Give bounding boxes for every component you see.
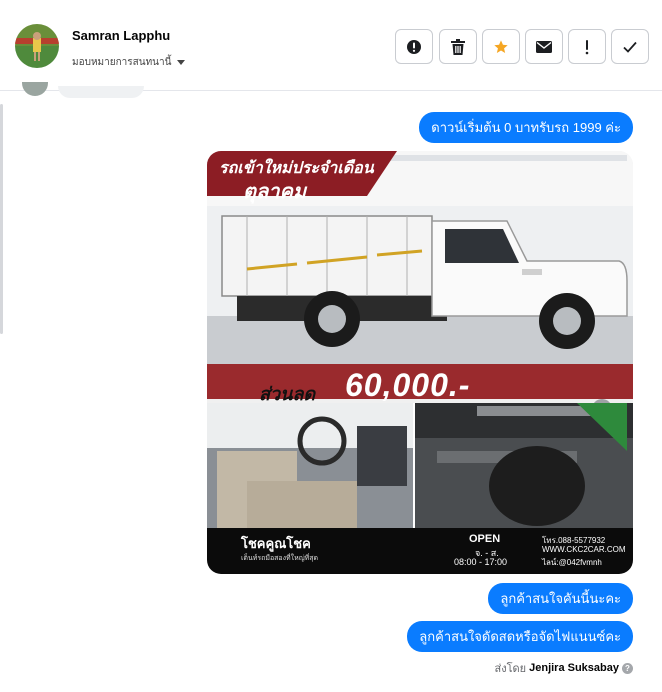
sent-by-label: ส่งโดย Jenjira Suksabay ? xyxy=(495,659,633,677)
previous-message-bubble xyxy=(58,86,144,98)
caret-down-icon xyxy=(177,60,186,65)
contact-name[interactable]: Samran Lapphu xyxy=(72,28,170,43)
assign-conversation-dropdown[interactable]: มอบหมายการสนทนานี้ xyxy=(72,55,186,70)
exclamation-circle-icon xyxy=(407,39,421,54)
previous-message-avatar xyxy=(22,82,48,96)
mark-unread-button[interactable] xyxy=(525,29,563,64)
ad-footer: โชคคูณโชค เต็นท์รถมือสองที่ใหญ่ที่สุด OP… xyxy=(207,528,633,574)
message-bubble[interactable]: ลูกค้าสนใจดัดสดหรือจัดไฟแนนซ์คะ xyxy=(407,621,633,652)
scrollbar[interactable] xyxy=(0,104,3,334)
done-button[interactable] xyxy=(611,29,649,64)
sent-by-prefix: ส่งโดย xyxy=(494,663,527,675)
message-thread[interactable]: ดาวน์เริ่มต้น 0 บาทรับรถ 1999 ค่ะ รถเข้า… xyxy=(0,82,662,692)
report-button[interactable] xyxy=(395,29,433,64)
delete-button[interactable] xyxy=(439,29,477,64)
ad-open-hours: 08:00 - 17:00 xyxy=(454,557,508,567)
ad-line-id: ไลน์:@042fvmnh xyxy=(542,558,602,567)
ad-image-attachment[interactable]: รถเข้าใหม่ประจำเดือน ตุลาคม ส่วนลด 60,00… xyxy=(207,151,633,574)
ad-brand-name: โชคคูณโชค xyxy=(241,536,311,551)
follow-up-button[interactable] xyxy=(568,29,606,64)
ad-discount-label: ส่วนลด xyxy=(259,384,316,404)
ad-website: WWW.CKC2CAR.COM xyxy=(542,545,626,554)
ad-discount-amount: 60,000.- xyxy=(345,367,471,403)
assign-label: มอบหมายการสนทนานี้ xyxy=(72,57,172,68)
ad-open-title: OPEN xyxy=(469,533,501,545)
star-button[interactable] xyxy=(482,29,520,64)
conversation-header: Samran Lapphu มอบหมายการสนทนานี้ xyxy=(0,0,662,91)
exclamation-icon xyxy=(585,39,589,54)
ad-brand-tagline: เต็นท์รถมือสองที่ใหญ่ที่สุด xyxy=(241,555,319,562)
ad-title-line2: ตุลาคม xyxy=(243,181,307,203)
star-icon xyxy=(494,39,508,53)
contact-avatar[interactable] xyxy=(15,24,59,68)
trash-icon xyxy=(451,38,465,55)
envelope-icon xyxy=(536,40,552,53)
message-bubble[interactable]: ลูกค้าสนใจคันนี้นะคะ xyxy=(488,583,633,614)
ad-image-graphic xyxy=(207,151,633,568)
message-bubble[interactable]: ดาวน์เริ่มต้น 0 บาทรับรถ 1999 ค่ะ xyxy=(419,112,633,143)
sent-by-name[interactable]: Jenjira Suksabay xyxy=(529,662,619,674)
help-icon[interactable]: ? xyxy=(622,662,633,674)
check-icon xyxy=(623,41,637,53)
